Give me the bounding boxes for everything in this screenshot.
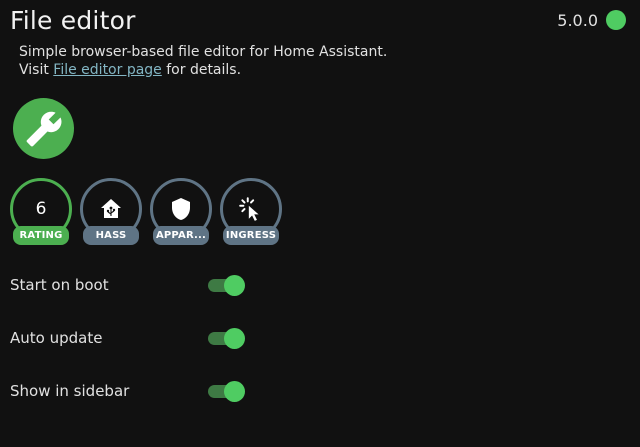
badge-hass-label: HASS (83, 226, 139, 245)
badge-rating[interactable]: 6 RATING (10, 178, 72, 246)
addon-badges: 6 RATING HASS APPAR... INGRESS (10, 178, 282, 246)
addon-description: Simple browser-based file editor for Hom… (19, 43, 387, 79)
badge-hass[interactable]: HASS (80, 178, 142, 246)
show-in-sidebar-toggle[interactable] (206, 381, 246, 402)
version-text: 5.0.0 (557, 10, 598, 30)
cursor-click-icon (239, 197, 259, 221)
wrench-icon (26, 111, 61, 146)
badge-ingress-label: INGRESS (223, 226, 279, 245)
addon-info-page: File editor 5.0.0 Simple browser-based f… (0, 0, 640, 447)
description-line-1: Simple browser-based file editor for Hom… (19, 44, 388, 60)
badge-rating-label: RATING (13, 226, 69, 245)
toggle-thumb (224, 275, 245, 296)
file-editor-page-link[interactable]: File editor page (53, 62, 162, 78)
badge-ingress[interactable]: INGRESS (220, 178, 282, 246)
version-indicator: 5.0.0 (557, 10, 626, 30)
page-title: File editor (10, 6, 136, 35)
setting-label: Start on boot (10, 276, 109, 294)
setting-auto-update: Auto update (10, 323, 250, 353)
shield-icon (172, 198, 190, 220)
badge-apparmor-label: APPAR... (153, 226, 209, 245)
badge-apparmor[interactable]: APPAR... (150, 178, 212, 246)
setting-label: Show in sidebar (10, 382, 130, 400)
home-assistant-icon (101, 199, 121, 218)
setting-show-in-sidebar: Show in sidebar (10, 376, 250, 406)
setting-label: Auto update (10, 329, 103, 347)
toggle-thumb (224, 381, 245, 402)
addon-logo (13, 98, 74, 159)
start-on-boot-toggle[interactable] (206, 275, 246, 296)
description-prefix: Visit (19, 62, 54, 78)
toggle-thumb (224, 328, 245, 349)
status-dot-icon (606, 10, 626, 30)
setting-start-on-boot: Start on boot (10, 270, 250, 300)
description-suffix: for details. (161, 62, 242, 78)
rating-value: 6 (35, 199, 47, 219)
auto-update-toggle[interactable] (206, 328, 246, 349)
description-line-2: Visit File editor page for details. (19, 61, 387, 79)
